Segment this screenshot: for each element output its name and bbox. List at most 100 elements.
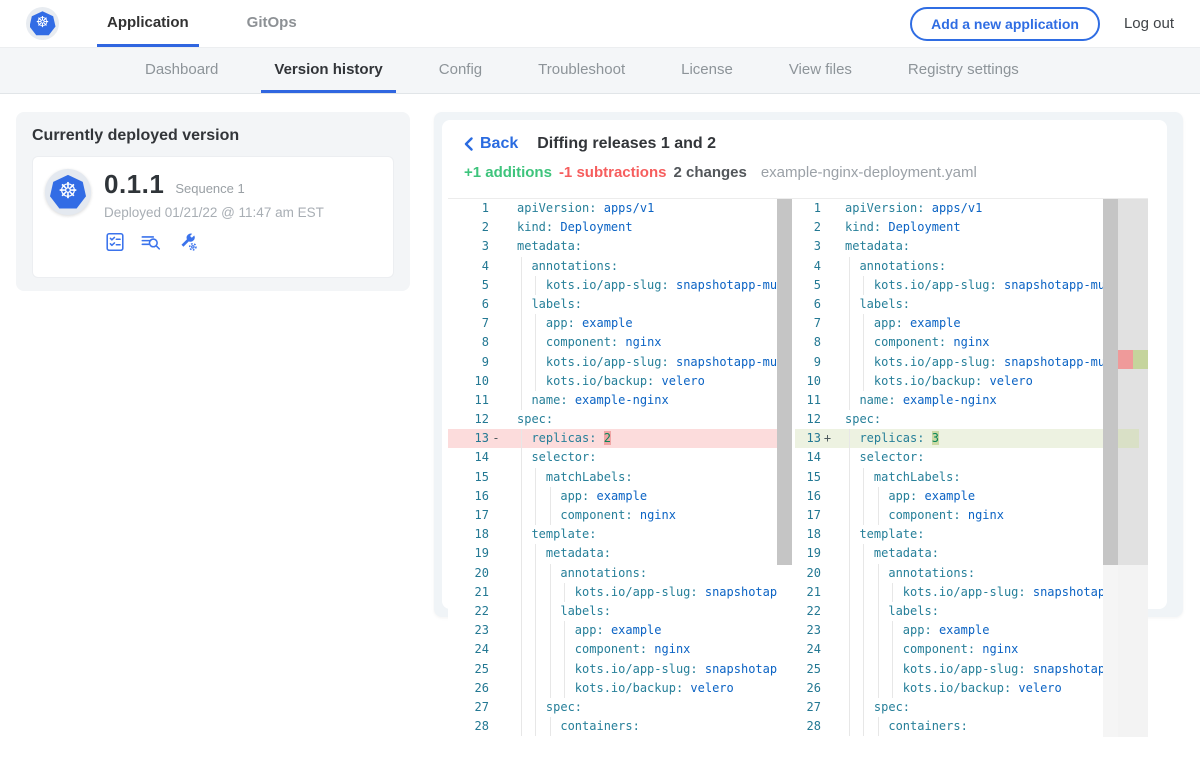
- diff-sign: [489, 640, 503, 659]
- subtab-view-files[interactable]: View files: [776, 48, 865, 93]
- line-number: 11: [795, 391, 821, 410]
- diff-card: Back Diffing releases 1 and 2 +1 additio…: [442, 120, 1167, 609]
- line-number: 16: [448, 487, 489, 506]
- preflight-checks-icon[interactable]: [104, 231, 126, 253]
- code-text: kots.io/app-slug: snapshotapp-mu: [834, 353, 1103, 372]
- line-number: 12: [795, 410, 821, 429]
- scrollbar-thumb[interactable]: [777, 199, 792, 565]
- subtractions-count: -1 subtractions: [559, 164, 667, 181]
- diff-line: 1apiVersion: apps/v1: [795, 199, 1103, 218]
- code-text: annotations:: [834, 564, 1103, 583]
- diff-line: 15 matchLabels:: [795, 468, 1103, 487]
- subtab-dashboard[interactable]: Dashboard: [132, 48, 231, 93]
- code-text: component: nginx: [834, 333, 1103, 352]
- code-text: kots.io/backup: velero: [834, 679, 1103, 698]
- edit-config-icon[interactable]: [176, 231, 200, 253]
- diff-line: 6 labels:: [448, 295, 777, 314]
- diff-sign: [489, 621, 503, 640]
- diff-line: 12spec:: [448, 410, 777, 429]
- diff-line: 10 kots.io/backup: velero: [795, 372, 1103, 391]
- diff-sign: [821, 257, 834, 276]
- tab-gitops[interactable]: GitOps: [237, 0, 307, 47]
- line-number: 3: [448, 237, 489, 256]
- line-number: 18: [448, 525, 489, 544]
- code-text: containers:: [503, 717, 777, 736]
- diff-line: 16 app: example: [448, 487, 777, 506]
- code-text: app: example: [834, 621, 1103, 640]
- code-text: component: nginx: [503, 640, 777, 659]
- diff-line: 15 matchLabels:: [448, 468, 777, 487]
- subtab-config[interactable]: Config: [426, 48, 495, 93]
- subtab-license[interactable]: License: [668, 48, 746, 93]
- diff-sign: [489, 410, 503, 429]
- diff-line: 24 component: nginx: [448, 640, 777, 659]
- additions-count: +1 additions: [464, 164, 552, 181]
- sequence-label: Sequence 1: [175, 181, 244, 196]
- diff-line: 7 app: example: [448, 314, 777, 333]
- diff-sign: [489, 276, 503, 295]
- line-number: 4: [448, 257, 489, 276]
- line-number: 1: [448, 199, 489, 218]
- diff-line: 7 app: example: [795, 314, 1103, 333]
- diff-sign: [489, 717, 503, 736]
- diff-sign: [821, 544, 834, 563]
- diff-line: 23 app: example: [795, 621, 1103, 640]
- code-text: component: nginx: [503, 333, 777, 352]
- line-number: 27: [448, 698, 489, 717]
- diff-line: 2kind: Deployment: [795, 218, 1103, 237]
- diff-sign: [821, 640, 834, 659]
- tab-application[interactable]: Application: [97, 0, 199, 47]
- subtab-registry-settings[interactable]: Registry settings: [895, 48, 1032, 93]
- line-number: 11: [448, 391, 489, 410]
- diff-line: 25 kots.io/app-slug: snapshotap: [795, 660, 1103, 679]
- code-text: kind: Deployment: [834, 218, 1103, 237]
- deployed-card-title: Currently deployed version: [32, 127, 394, 145]
- changes-count: 2 changes: [673, 164, 746, 181]
- diff-pane-modified[interactable]: 1apiVersion: apps/v12kind: Deployment3me…: [795, 199, 1148, 737]
- diff-sign: [821, 448, 834, 467]
- diff-sign: [489, 353, 503, 372]
- diff-line: 8 component: nginx: [795, 333, 1103, 352]
- deploy-logs-icon[interactable]: [139, 231, 163, 253]
- line-number: 25: [448, 660, 489, 679]
- diff-line: 27 spec:: [448, 698, 777, 717]
- code-text: kots.io/app-slug: snapshotapp-mu: [503, 276, 777, 295]
- diff-sign: [821, 353, 834, 372]
- line-number: 23: [448, 621, 489, 640]
- diff-sign: [821, 276, 834, 295]
- diff-line: 19 metadata:: [795, 544, 1103, 563]
- line-number: 19: [448, 544, 489, 563]
- diff-sign: [489, 295, 503, 314]
- diff-line: 14 selector:: [795, 448, 1103, 467]
- diff-pane-original[interactable]: 1apiVersion: apps/v12kind: Deployment3me…: [448, 199, 792, 737]
- subtab-troubleshoot[interactable]: Troubleshoot: [525, 48, 638, 93]
- diff-line: 5 kots.io/app-slug: snapshotapp-mu: [795, 276, 1103, 295]
- code-text: replicas: 3: [834, 429, 1103, 448]
- code-text: component: nginx: [834, 506, 1103, 525]
- code-text: kots.io/app-slug: snapshotap: [503, 583, 777, 602]
- top-bar-actions: Add a new application Log out: [910, 0, 1174, 47]
- app-logo[interactable]: ☸: [26, 7, 59, 40]
- chevron-left-icon: [464, 137, 473, 151]
- diff-sign: [821, 602, 834, 621]
- line-number: 4: [795, 257, 821, 276]
- code-text: kots.io/app-slug: snapshotap: [834, 583, 1103, 602]
- code-text: selector:: [834, 448, 1103, 467]
- code-text: replicas: 2: [503, 429, 777, 448]
- diff-sign: -: [489, 429, 503, 448]
- code-text: containers:: [834, 717, 1103, 736]
- line-number: 7: [795, 314, 821, 333]
- code-text: app: example: [503, 314, 777, 333]
- code-text: selector:: [503, 448, 777, 467]
- add-application-button[interactable]: Add a new application: [910, 7, 1100, 41]
- line-number: 24: [795, 640, 821, 659]
- logout-link[interactable]: Log out: [1124, 15, 1174, 32]
- code-text: app: example: [503, 487, 777, 506]
- back-link[interactable]: Back: [464, 135, 518, 153]
- scrollbar-thumb[interactable]: [1103, 199, 1118, 565]
- subtab-version-history[interactable]: Version history: [261, 48, 395, 93]
- diff-sign: [489, 679, 503, 698]
- line-number: 5: [448, 276, 489, 295]
- diff-line: 22 labels:: [795, 602, 1103, 621]
- diff-sign: +: [821, 429, 834, 448]
